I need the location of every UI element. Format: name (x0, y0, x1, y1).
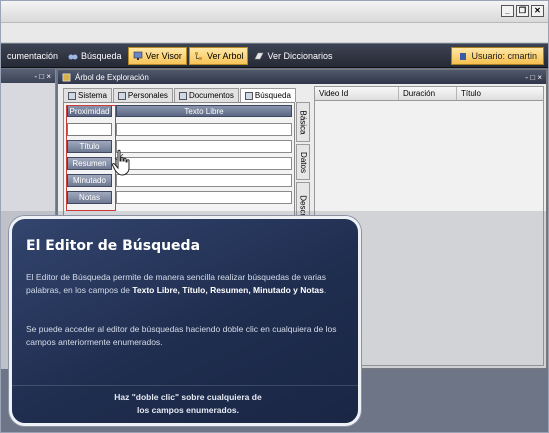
minimize-button[interactable]: _ (501, 5, 514, 17)
close-button[interactable]: ✕ (531, 5, 544, 17)
folder-icon (117, 91, 126, 100)
toolbar-item-label: cumentación (7, 50, 59, 61)
toolbar-item-label: Ver Diccionarios (267, 50, 333, 61)
card-p1-bold: Texto Libre, Título, Resumen, Minutado y… (132, 285, 324, 295)
window-controls: _ ❐ ✕ (501, 5, 544, 17)
toolbar-item-label: Ver Visor (145, 50, 182, 61)
toolbar-item-ver-diccionarios[interactable]: Ver Diccionarios (250, 47, 336, 65)
vtab-datos[interactable]: Datos (296, 144, 310, 180)
tab-label: Documentos (188, 91, 234, 100)
tab-documentos[interactable]: Documentos (173, 88, 239, 102)
column-video-id[interactable]: Video Id (315, 87, 399, 100)
card-footer-line-1: Haz "doble clic" sobre cualquiera de (114, 392, 262, 402)
menu-strip (1, 23, 548, 43)
left-panel-header: - □ × (1, 69, 55, 83)
card-footer-line-2: los campos enumerados. (136, 405, 240, 415)
vtab-label: Básica (298, 109, 308, 135)
title-bar: _ ❐ ✕ (1, 1, 548, 23)
tab-personales[interactable]: Personales (112, 88, 173, 102)
user-icon (460, 53, 467, 60)
main-toolbar: cumentación Búsqueda Ver Visor Ver Arbol… (1, 44, 548, 68)
tab-label: Sistema (78, 91, 107, 100)
document-icon (178, 91, 187, 100)
tab-label: Búsqueda (254, 91, 291, 100)
free-text-header: Texto Libre (116, 105, 292, 117)
card-paragraph-2: Se puede acceder al editor de búsquedas … (26, 324, 337, 347)
toolbar-item-busqueda[interactable]: Búsqueda (64, 47, 126, 65)
toolbar-item-ver-arbol[interactable]: Ver Arbol (188, 46, 249, 65)
column-titulo[interactable]: Título (457, 87, 543, 100)
tab-label: Personales (127, 91, 168, 100)
left-panel-controls[interactable]: - □ × (34, 72, 51, 81)
card-footer: Haz "doble clic" sobre cualquiera de los… (12, 391, 358, 417)
notas-input[interactable] (116, 191, 292, 204)
binoculars-icon (68, 54, 78, 59)
tutorial-card: El Editor de Búsqueda El Editor de Búsqu… (9, 216, 361, 426)
free-text-input[interactable] (116, 123, 292, 136)
toolbar-item-ver-visor[interactable]: Ver Visor (127, 46, 187, 65)
minutado-input[interactable] (116, 174, 292, 187)
toolbar-item-documentacion[interactable]: cumentación (3, 47, 62, 65)
monitor-icon (133, 51, 142, 60)
tree-icon (194, 51, 202, 60)
explorer-window-controls[interactable]: - □ × (525, 73, 542, 82)
titulo-input[interactable] (116, 140, 292, 153)
app-window: _ ❐ ✕ cumentación Búsqueda Ver Visor Ver… (0, 0, 549, 433)
explorer-tabs: Sistema Personales Documentos Búsqueda (63, 88, 299, 102)
explorer-title-bar: Árbol de Exploración - □ × (58, 70, 546, 84)
user-label: Usuario: cmartin (471, 51, 537, 61)
vtab-basica[interactable]: Básica (296, 102, 310, 142)
system-icon (68, 91, 76, 100)
results-grid-header: Video Id Duración Título (315, 87, 543, 101)
resumen-input[interactable] (116, 157, 292, 170)
tree-icon (62, 73, 71, 81)
card-title: El Editor de Búsqueda (26, 238, 201, 254)
tab-busqueda[interactable]: Búsqueda (239, 88, 296, 102)
hand-cursor-icon (111, 149, 130, 176)
search-icon (244, 91, 253, 100)
vtab-label: Datos (298, 151, 308, 173)
toolbar-item-label: Búsqueda (81, 50, 122, 61)
card-paragraph-1: El Editor de Búsqueda permite de manera … (26, 271, 352, 297)
card-p1-end: . (323, 285, 327, 295)
restore-button[interactable]: ❐ (516, 5, 529, 17)
tab-sistema[interactable]: Sistema (63, 88, 112, 102)
column-duracion[interactable]: Duración (399, 87, 457, 100)
toolbar-item-label: Ver Arbol (206, 50, 244, 61)
explorer-title: Árbol de Exploración (75, 72, 149, 82)
user-badge[interactable]: Usuario: cmartin (451, 47, 544, 65)
card-divider (12, 385, 358, 386)
dictionary-icon (254, 52, 264, 59)
highlight-frame (66, 105, 116, 211)
